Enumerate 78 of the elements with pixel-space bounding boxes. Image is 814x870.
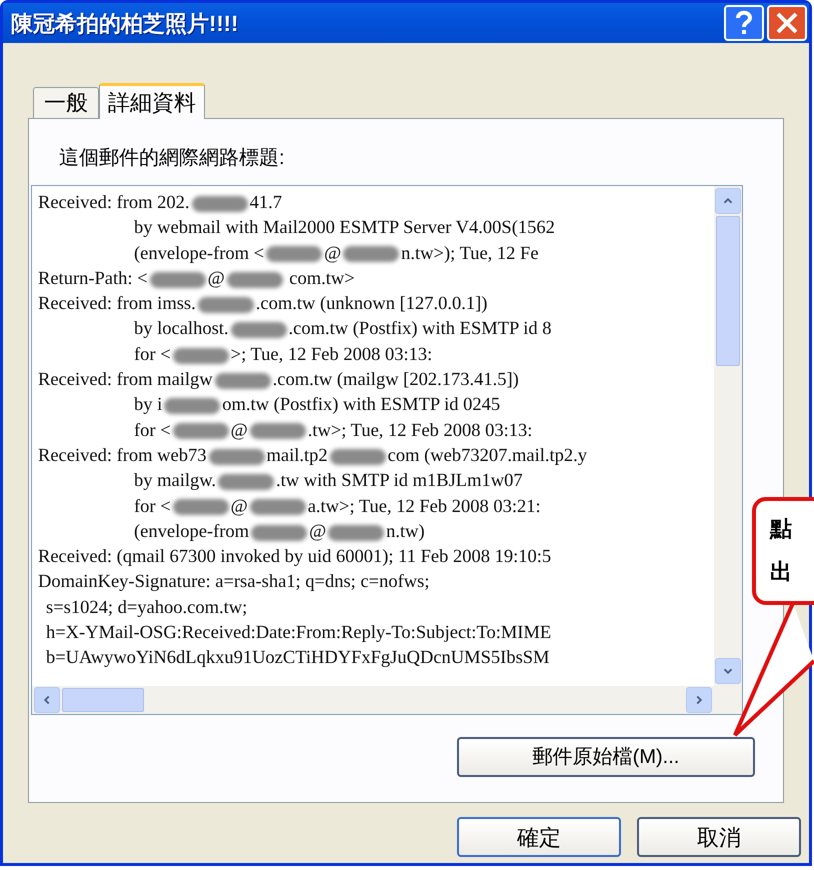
header-text: n.tw>); Tue, 12 Fe: [401, 244, 539, 264]
help-icon: [734, 10, 754, 36]
redaction-blur: [172, 423, 229, 440]
header-text: Received: from mailgw: [38, 370, 213, 390]
header-text: Received: from web73: [38, 446, 206, 466]
dialog-button[interactable]: 確定: [457, 817, 621, 857]
redaction-blur: [198, 296, 254, 313]
callout-text: 點: [770, 515, 793, 544]
header-text: by localhost.: [134, 319, 229, 340]
header-text: .com.tw (Postfix) with ESMTP id 8: [288, 319, 552, 340]
header-text: a.tw>; Tue, 12 Feb 2008 03:21:: [308, 496, 541, 517]
header-text: com.tw>: [288, 268, 355, 289]
header-text: >; Tue, 12 Feb 2008 03:13:: [230, 344, 432, 365]
scroll-thumb[interactable]: [716, 216, 740, 366]
scroll-right-button[interactable]: [686, 687, 712, 713]
redaction-blur: [208, 448, 264, 465]
header-text: @: [309, 522, 326, 542]
header-text: n.tw): [386, 522, 425, 542]
horizontal-scrollbar[interactable]: [32, 686, 742, 714]
redaction-blur: [150, 272, 206, 288]
redaction-blur: [266, 246, 322, 262]
header-text: s=s1024; d=yahoo.com.tw;: [46, 598, 248, 618]
close-icon: [775, 11, 799, 35]
source-button[interactable]: 郵件原始檔(M)...: [457, 737, 755, 777]
redaction-blur: [172, 348, 229, 364]
header-text: @: [230, 420, 248, 441]
header-text: .tw>; Tue, 12 Feb 2008 03:13:: [308, 420, 532, 441]
header-text: Received: from imss.: [38, 294, 196, 314]
header-text: @: [324, 244, 342, 264]
scroll-thumb[interactable]: [62, 688, 144, 712]
tab[interactable]: 詳細資料: [99, 83, 205, 119]
header-text: 41.7: [250, 193, 282, 213]
headers-label: 這個郵件的網際網路標題:: [59, 146, 286, 171]
scroll-up-button[interactable]: [715, 188, 741, 214]
redaction-blur: [343, 246, 400, 262]
header-text: DomainKey-Signature: a=rsa-sha1; q=dns; c=nofws;: [38, 572, 430, 592]
window-title: 陳冠希拍的柏芝照片!!!!: [11, 10, 240, 38]
header-text: h=X-YMail-OSG:Received:Date:From:Reply-To:Subject:To:MIME: [46, 623, 552, 644]
redaction-blur: [172, 499, 229, 516]
tab[interactable]: 一般: [33, 87, 99, 118]
redaction-blur: [230, 322, 287, 338]
header-text: Received: (qmail 67300 invoked by uid 60001); 11 Feb 2008 19:10:5: [38, 547, 552, 568]
header-text: @: [208, 268, 225, 289]
header-text: .com.tw (mailgw [202.173.41.5]): [272, 370, 519, 390]
redaction-blur: [218, 474, 274, 490]
redaction-blur: [192, 196, 248, 212]
redaction-blur: [214, 372, 271, 389]
help-button[interactable]: [724, 5, 764, 41]
redaction-blur: [164, 398, 220, 414]
redaction-blur: [250, 499, 306, 516]
header-text: Return-Path: <: [38, 268, 148, 289]
header-text: by i: [134, 395, 162, 416]
header-text: om.tw (Postfix) with ESMTP id 0245: [222, 395, 500, 416]
header-text: com (web73207.mail.tp2.y: [388, 446, 588, 466]
header-text: (envelope-from: [134, 522, 250, 542]
header-text: for <: [134, 420, 171, 441]
header-text: for <: [134, 344, 171, 365]
header-text: by webmail with Mail2000 ESMTP Server V4.00S(1562: [134, 218, 555, 238]
header-text: Received: from 202.: [38, 193, 190, 213]
redaction-blur: [328, 524, 384, 541]
redaction-blur: [330, 448, 386, 465]
vertical-scrollbar[interactable]: [714, 186, 742, 686]
close-button[interactable]: [767, 5, 807, 41]
header-text: .com.tw (unknown [127.0.0.1]): [256, 294, 488, 314]
scroll-down-button[interactable]: [715, 658, 741, 684]
redaction-blur: [251, 524, 308, 541]
header-text: by mailgw.: [134, 471, 216, 492]
header-text: (envelope-from <: [134, 244, 264, 264]
redaction-blur: [226, 272, 283, 288]
scroll-left-button[interactable]: [34, 687, 60, 713]
redaction-blur: [250, 423, 306, 440]
header-text: @: [230, 496, 248, 517]
dialog-button[interactable]: 取消: [637, 817, 801, 857]
callout-text: 出: [770, 558, 793, 587]
header-text: .tw with SMTP id m1BJLm1w07: [276, 471, 523, 492]
header-text: mail.tp2: [266, 446, 328, 466]
header-text: for <: [134, 496, 171, 517]
header-text: b=UAwywoYiN6dLqkxu91UozCTiHDYFxFgJuQDcnUMS5IbsSM: [46, 648, 550, 668]
